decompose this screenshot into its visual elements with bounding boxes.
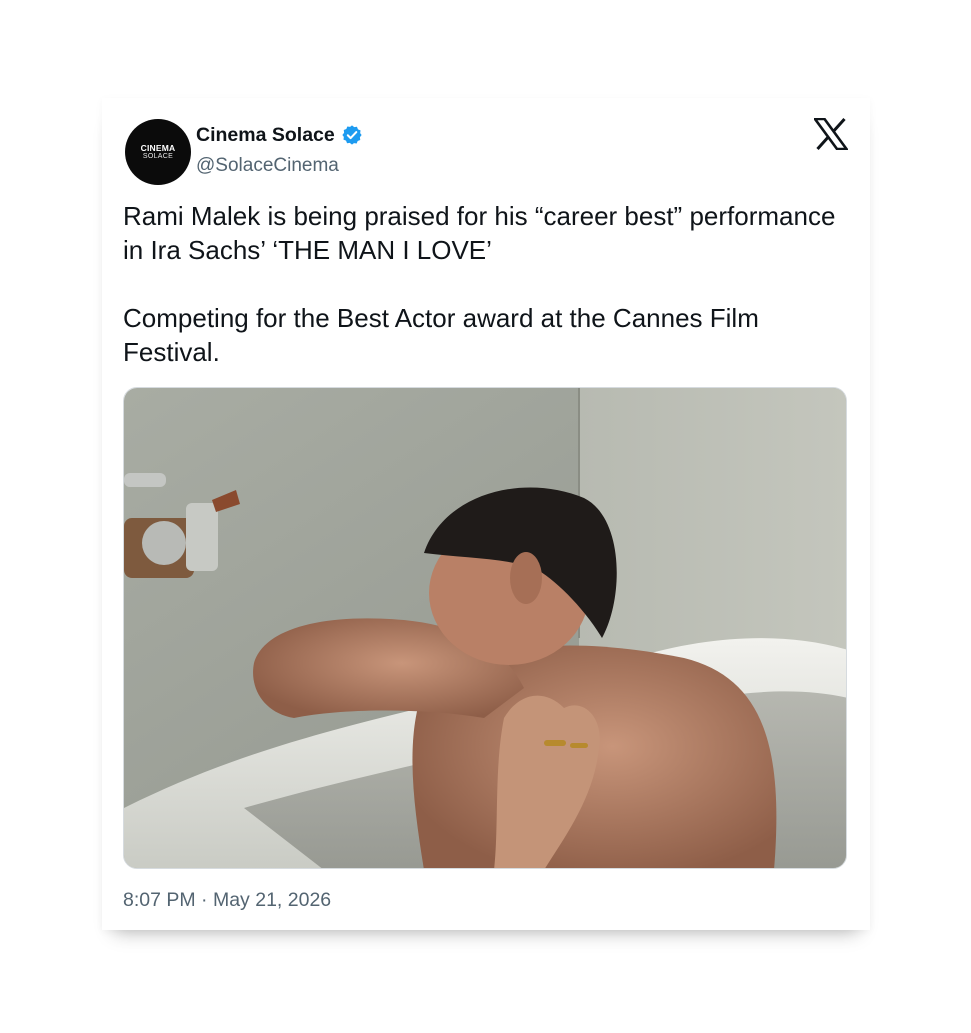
- tweet-text: Rami Malek is being praised for his “car…: [123, 199, 843, 369]
- avatar[interactable]: CINEMA SOLACE: [125, 119, 191, 185]
- timestamp[interactable]: 8:07 PM · May 21, 2026: [123, 888, 331, 912]
- page: CINEMA SOLACE Cinema Solace @SolaceCinem…: [0, 0, 971, 1033]
- timestamp-separator: ·: [201, 889, 208, 911]
- tweet-paragraph: Competing for the Best Actor award at th…: [123, 303, 759, 367]
- author-name-row: Cinema Solace: [196, 123, 363, 147]
- x-logo-icon[interactable]: [812, 117, 850, 151]
- tweet-photo[interactable]: [123, 387, 847, 869]
- verified-badge-icon: [341, 124, 363, 146]
- photo-icon: [124, 388, 846, 868]
- tweet-paragraph: Rami Malek is being praised for his “car…: [123, 201, 836, 265]
- handle[interactable]: @SolaceCinema: [196, 154, 339, 178]
- timestamp-time: 8:07 PM: [123, 889, 196, 911]
- avatar-logo-text-top: CINEMA: [140, 142, 176, 153]
- timestamp-date: May 21, 2026: [212, 889, 332, 911]
- display-name[interactable]: Cinema Solace: [196, 123, 335, 147]
- tweet-card: CINEMA SOLACE Cinema Solace @SolaceCinem…: [102, 98, 870, 930]
- avatar-logo-text-bottom: SOLACE: [142, 152, 174, 160]
